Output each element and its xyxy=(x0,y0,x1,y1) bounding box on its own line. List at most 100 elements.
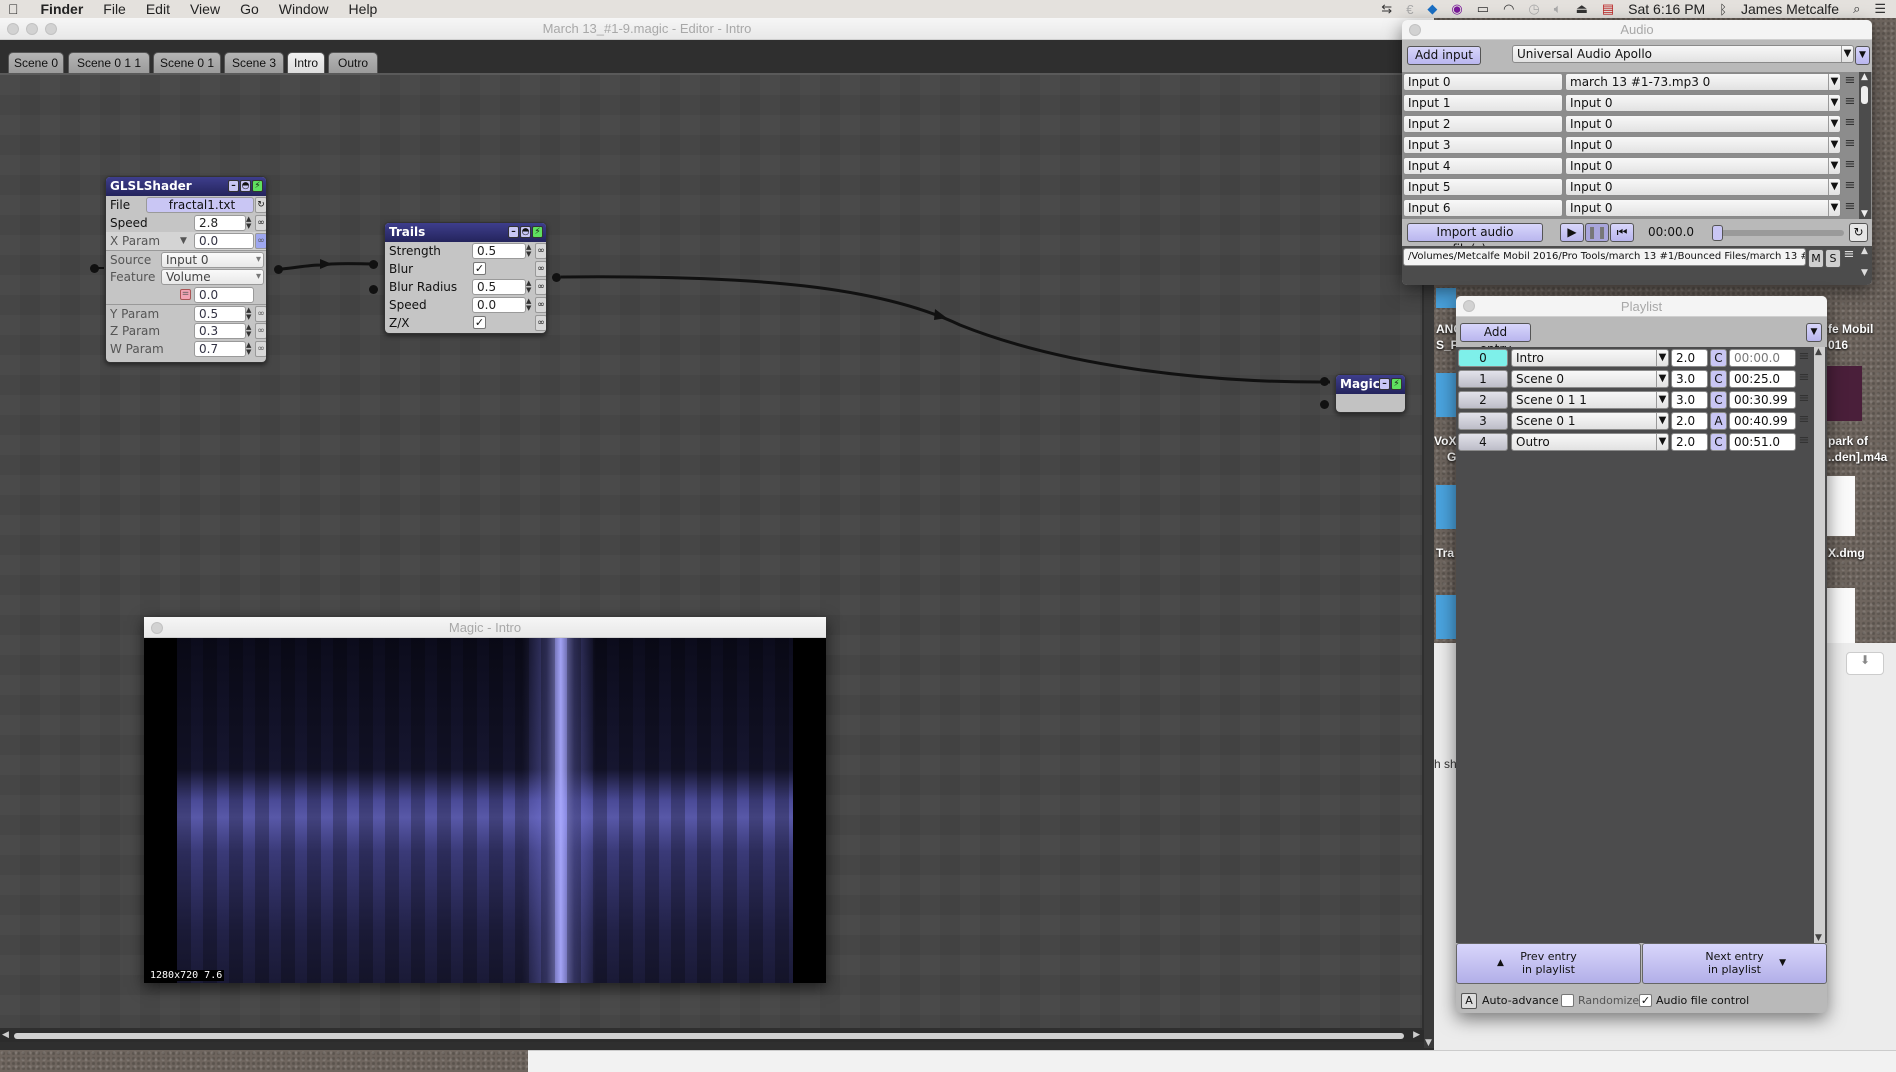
apple-icon[interactable]:  xyxy=(8,1,19,17)
input-source-select[interactable]: Input 0 ▼ xyxy=(1565,178,1841,196)
playback-slider[interactable] xyxy=(1712,225,1844,241)
entry-scene-select[interactable]: Scene 0 ▼ xyxy=(1511,370,1669,388)
z-param-field[interactable]: 0.3 xyxy=(194,323,246,339)
desktop-label[interactable]: G xyxy=(1447,450,1456,464)
feature-select[interactable]: Volume xyxy=(161,269,264,285)
entry-index-button[interactable]: 2 xyxy=(1458,391,1508,409)
rewind-button[interactable]: ⏮ xyxy=(1610,223,1634,242)
randomize-label[interactable]: Randomize xyxy=(1578,994,1639,1007)
power-icon[interactable]: ⚡ xyxy=(532,226,543,238)
desktop-label[interactable]: fe Mobil xyxy=(1828,322,1873,336)
entry-duration-field[interactable]: 2.0 xyxy=(1671,349,1708,367)
time-machine-icon[interactable]: ◷ xyxy=(1528,1,1539,17)
zx-checkbox[interactable]: ✓ xyxy=(473,316,486,329)
input-source-select[interactable]: Input 0 ▼ xyxy=(1565,115,1841,133)
input-name-field[interactable]: Input 1 xyxy=(1403,94,1563,112)
link-icon[interactable]: ∞ xyxy=(535,297,546,313)
menu-window[interactable]: Window xyxy=(279,1,329,17)
speed-field[interactable]: 2.8 xyxy=(194,215,246,231)
entry-mode-button[interactable]: C xyxy=(1710,391,1727,409)
scroll-down-icon[interactable]: ▼ xyxy=(1815,933,1822,943)
desktop-label[interactable]: 016 xyxy=(1828,338,1848,352)
euro-icon[interactable]: € xyxy=(1406,2,1413,17)
blur-radius-field[interactable]: 0.5 xyxy=(472,279,526,295)
speed-field[interactable]: 0.0 xyxy=(472,297,526,313)
link-icon[interactable]: ∞ xyxy=(255,233,266,249)
scroll-down-icon[interactable]: ▼ xyxy=(1425,1038,1432,1048)
audio-file-control-label[interactable]: Audio file control xyxy=(1656,994,1749,1007)
link-icon[interactable]: ∞ xyxy=(535,243,546,259)
speed-stepper[interactable]: ▲ ▼ xyxy=(246,216,254,230)
input-source-select[interactable]: march 13 #1-73.mp3 0 ▼ xyxy=(1565,73,1841,91)
menu-icon[interactable]: ≡ xyxy=(1797,392,1811,408)
menu-icon[interactable]: ≡ xyxy=(1843,116,1857,132)
menu-help[interactable]: Help xyxy=(349,1,378,17)
zoom-button[interactable] xyxy=(45,23,57,35)
swap-icon[interactable]: ⇆ xyxy=(1381,1,1392,17)
tab-scene-0-1-1[interactable]: Scene 0 1 1 xyxy=(68,52,150,73)
auto-advance-label[interactable]: Auto-advance xyxy=(1482,994,1558,1007)
scroll-thumb[interactable] xyxy=(1861,86,1868,104)
loop-icon[interactable]: ↻ xyxy=(1849,223,1868,242)
link-icon[interactable]: ∞ xyxy=(535,279,546,295)
input-source-select[interactable]: Input 0 ▼ xyxy=(1565,136,1841,154)
entry-index-button[interactable]: 4 xyxy=(1458,433,1508,451)
entry-index-button[interactable]: 1 xyxy=(1458,370,1508,388)
glsl-input-port[interactable] xyxy=(90,264,99,273)
input-list-scrollbar[interactable]: ▲ ▼ xyxy=(1859,72,1871,219)
pause-button[interactable]: ❚❚ xyxy=(1585,223,1609,242)
preview-icon[interactable]: ◓ xyxy=(520,226,531,238)
entry-index-button[interactable]: 3 xyxy=(1458,412,1508,430)
menu-icon[interactable]: ≡ xyxy=(1797,413,1811,429)
link-icon[interactable]: ∞ xyxy=(255,215,266,231)
menu-view[interactable]: View xyxy=(190,1,220,17)
entry-duration-field[interactable]: 3.0 xyxy=(1671,370,1708,388)
tab-scene-0-1[interactable]: Scene 0 1 xyxy=(153,52,221,73)
z-param-stepper[interactable]: ▲ ▼ xyxy=(246,324,254,338)
entry-scene-select[interactable]: Intro ▼ xyxy=(1511,349,1669,367)
menu-icon[interactable]: ≡ xyxy=(1843,179,1857,195)
w-param-field[interactable]: 0.7 xyxy=(194,341,246,357)
y-param-stepper[interactable]: ▲ ▼ xyxy=(246,307,254,321)
slider-knob[interactable] xyxy=(1712,225,1723,241)
magic-input-port-2[interactable] xyxy=(1320,400,1329,409)
entry-index-button[interactable]: 0 xyxy=(1458,349,1508,367)
blur-radius-stepper[interactable]: ▲ ▼ xyxy=(526,280,534,294)
flag-us-icon[interactable]: ▤ xyxy=(1602,1,1614,17)
input-name-field[interactable]: Input 6 xyxy=(1403,199,1563,217)
entry-mode-button[interactable]: C xyxy=(1710,370,1727,388)
remove-icon[interactable]: = xyxy=(180,289,191,300)
link-icon[interactable]: ∞ xyxy=(255,341,266,357)
trails-output-port[interactable] xyxy=(552,273,561,282)
entry-time-field[interactable]: 00:51.0 xyxy=(1729,433,1796,451)
notification-icon[interactable]: ☰ xyxy=(1874,1,1886,17)
power-icon[interactable]: ⚡ xyxy=(252,180,263,192)
device-menu-button[interactable]: ▼ xyxy=(1855,46,1870,65)
clock[interactable]: Sat 6:16 PM xyxy=(1628,1,1705,17)
menu-icon[interactable]: ≡ xyxy=(1843,158,1857,174)
scroll-left-icon[interactable]: ◀ xyxy=(2,1030,9,1040)
input-name-field[interactable]: Input 3 xyxy=(1403,136,1563,154)
audio-device-select[interactable]: Universal Audio Apollo ▼ xyxy=(1512,45,1854,63)
entry-duration-field[interactable]: 3.0 xyxy=(1671,391,1708,409)
add-input-button[interactable]: Add input xyxy=(1407,46,1481,65)
scroll-up-icon[interactable]: ▲ xyxy=(1815,347,1822,357)
menu-icon[interactable]: ≡ xyxy=(1843,95,1857,111)
randomize-checkbox[interactable] xyxy=(1561,994,1574,1007)
trails-input-port-1[interactable] xyxy=(369,260,378,269)
input-source-select[interactable]: Input 0 ▼ xyxy=(1565,94,1841,112)
entry-scene-select[interactable]: Scene 0 1 ▼ xyxy=(1511,412,1669,430)
link-icon[interactable]: ∞ xyxy=(535,261,546,277)
expand-icon[interactable]: ▼ xyxy=(180,232,187,250)
close-button[interactable] xyxy=(1463,300,1475,312)
input-source-select[interactable]: Input 0 ▼ xyxy=(1565,157,1841,175)
preview-title-bar[interactable]: Magic - Intro xyxy=(144,617,826,638)
link-icon[interactable]: ∞ xyxy=(255,323,266,339)
node-title-bar[interactable]: Magic – ⚡ xyxy=(1336,375,1405,394)
desktop-label[interactable]: Tra xyxy=(1436,546,1454,560)
tab-intro[interactable]: Intro xyxy=(287,52,325,73)
menu-icon[interactable]: ≡ xyxy=(1797,434,1811,450)
scroll-right-icon[interactable]: ▶ xyxy=(1413,1030,1420,1040)
trails-node[interactable]: Trails – ◓ ⚡ Strength 0.5 ▲ ▼ ∞ Blur ✓ ∞ Bl… xyxy=(384,222,547,334)
horizontal-scrollbar[interactable]: ◀ ▶ xyxy=(0,1030,1424,1042)
